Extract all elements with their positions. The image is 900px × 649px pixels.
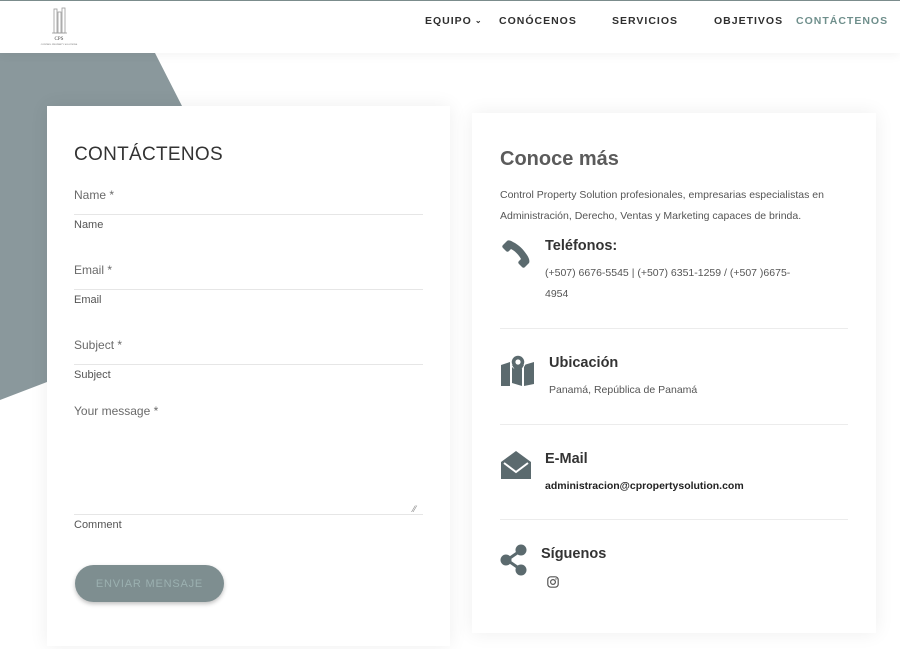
email-help-text: Email bbox=[74, 294, 102, 306]
divider bbox=[500, 424, 848, 425]
email-title: E-Mail bbox=[545, 451, 588, 467]
cps-logo[interactable]: CPS CONTROL PROPERTY SOLUTIONS bbox=[36, 7, 82, 47]
submit-button[interactable]: ENVIAR MENSAJE bbox=[75, 565, 224, 602]
message-label: Your message * bbox=[74, 404, 159, 418]
social-title: Síguenos bbox=[541, 546, 607, 562]
message-help-text: Comment bbox=[74, 519, 122, 531]
name-help-text: Name bbox=[74, 219, 104, 231]
form-title: CONTÁCTENOS bbox=[74, 144, 223, 165]
nav-item-contactenos[interactable]: CONTÁCTENOS bbox=[796, 15, 888, 27]
resize-handle-icon[interactable]: ⁄⁄ bbox=[413, 504, 416, 514]
site-header: CPS CONTROL PROPERTY SOLUTIONS EQUIPO ⌄ C… bbox=[0, 1, 900, 53]
nav-item-servicios[interactable]: SERVICIOS bbox=[612, 15, 678, 27]
phones-title: Teléfonos: bbox=[545, 238, 618, 254]
email-address-link[interactable]: administracion@cpropertysolution.com bbox=[545, 476, 744, 497]
email-input[interactable] bbox=[74, 269, 423, 290]
share-icon bbox=[500, 544, 528, 581]
divider bbox=[500, 328, 848, 329]
svg-text:CONTROL PROPERTY SOLUTIONS: CONTROL PROPERTY SOLUTIONS bbox=[41, 44, 78, 46]
phones-line-1: (+507) 6676-5545 | (+507) 6351-1259 / (+… bbox=[545, 267, 791, 279]
subject-help-text: Subject bbox=[74, 369, 111, 381]
instagram-icon[interactable] bbox=[547, 575, 559, 593]
envelope-open-icon bbox=[500, 449, 532, 486]
info-title: Conoce más bbox=[500, 148, 619, 170]
info-card: Conoce más Control Property Solution pro… bbox=[472, 113, 876, 633]
map-pin-icon bbox=[500, 353, 536, 392]
nav-item-conocenos[interactable]: CONÓCENOS bbox=[499, 15, 577, 27]
divider bbox=[500, 519, 848, 520]
chevron-down-icon: ⌄ bbox=[474, 16, 483, 25]
phone-icon bbox=[500, 238, 532, 275]
svg-text:CPS: CPS bbox=[55, 37, 64, 42]
phones-line-2: 4954 bbox=[545, 288, 569, 300]
nav-item-objetivos[interactable]: OBJETIVOS bbox=[714, 15, 783, 27]
subject-input[interactable] bbox=[74, 344, 423, 365]
location-text: Panamá, República de Panamá bbox=[549, 384, 698, 396]
name-input[interactable] bbox=[74, 194, 423, 215]
nav-item-equipo[interactable]: EQUIPO ⌄ bbox=[425, 15, 483, 27]
message-textarea[interactable] bbox=[74, 424, 423, 515]
location-title: Ubicación bbox=[549, 355, 619, 371]
contact-form-card: CONTÁCTENOS Name * Name Email * Email Su… bbox=[47, 106, 450, 646]
info-description: Control Property Solution profesionales,… bbox=[500, 189, 824, 222]
